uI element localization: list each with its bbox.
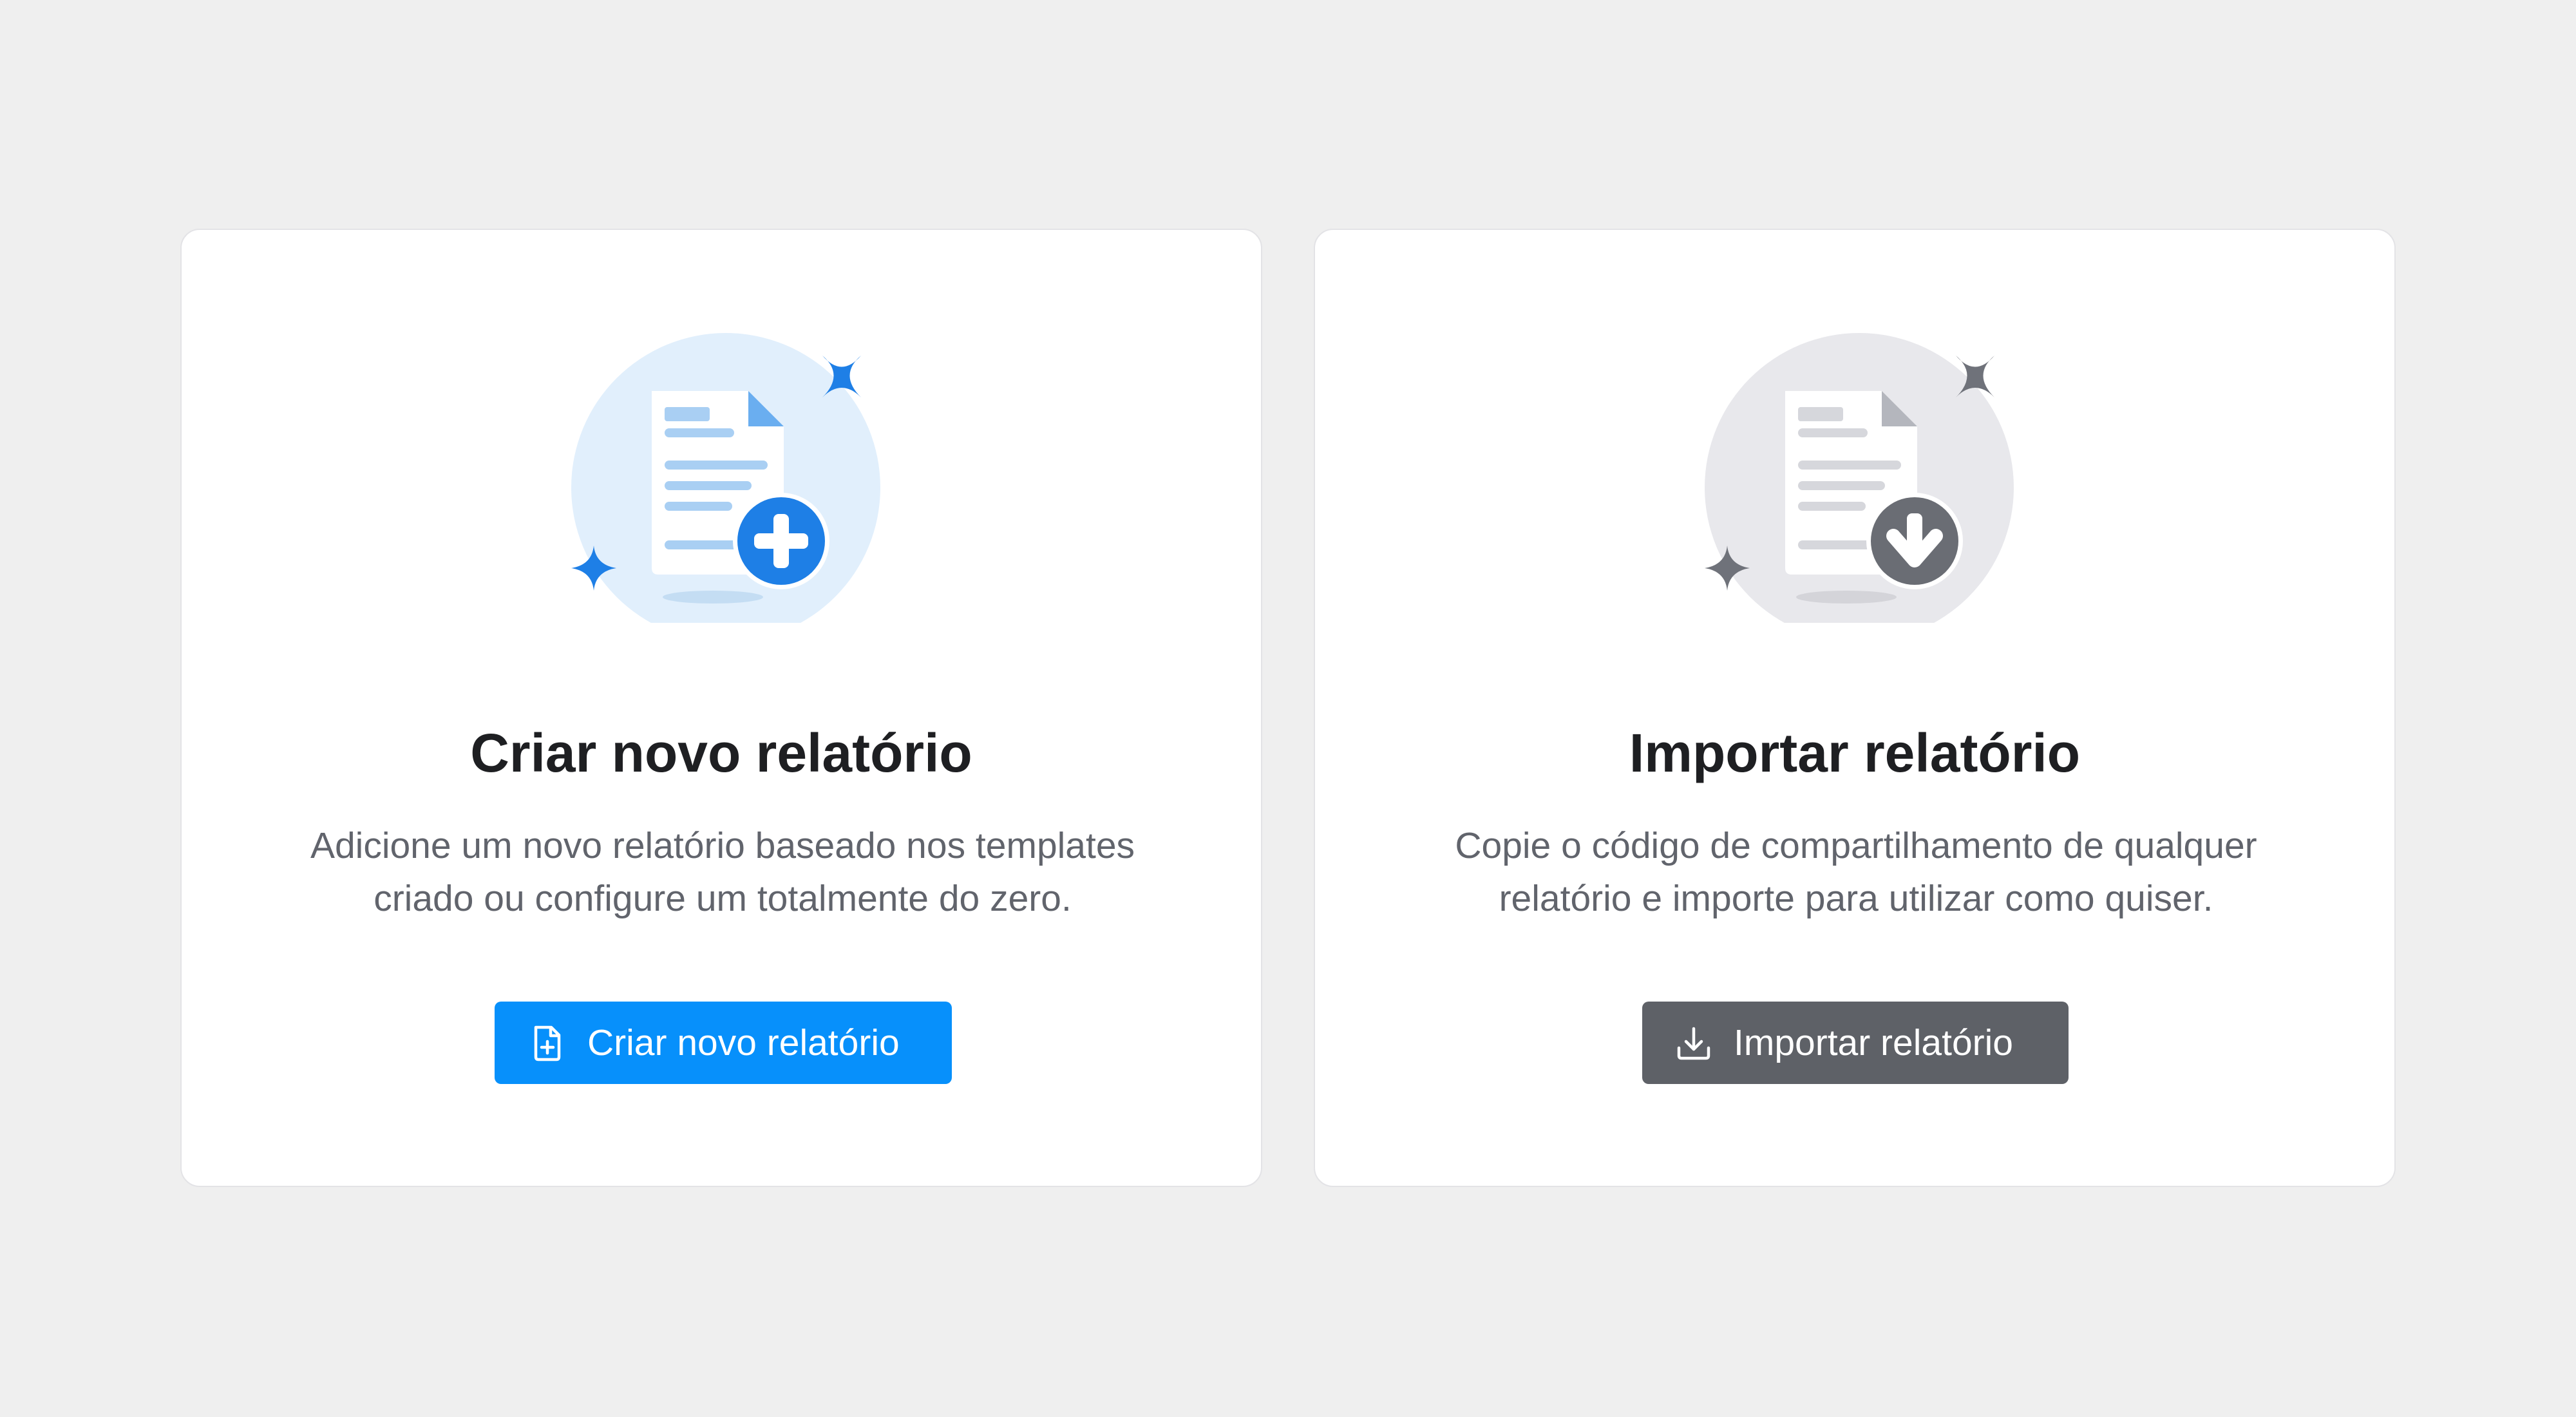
document-download-icon	[1689, 327, 2023, 623]
card-title: Importar relatório	[1629, 723, 2081, 783]
document-add-icon	[555, 327, 890, 623]
create-report-card: Criar novo relatório Adicione um novo re…	[180, 229, 1262, 1187]
card-description: Copie o código de compartilhamento de qu…	[1455, 825, 2257, 919]
page: { "cards": [ { "title": "Criar novo rela…	[0, 0, 2576, 1417]
import-report-button[interactable]: Importar relatório	[1642, 1002, 2069, 1084]
import-report-card: Importar relatório Copie o código de com…	[1314, 229, 2396, 1187]
create-report-button[interactable]: Criar novo relatório	[495, 1002, 952, 1084]
download-icon	[1674, 1023, 1713, 1062]
import-report-button-label: Importar relatório	[1734, 1022, 2013, 1063]
file-plus-icon	[528, 1023, 567, 1062]
create-report-button-label: Criar novo relatório	[587, 1022, 900, 1063]
card-description: Adicione um novo relatório baseado nos t…	[310, 825, 1135, 919]
card-title: Criar novo relatório	[470, 723, 972, 783]
